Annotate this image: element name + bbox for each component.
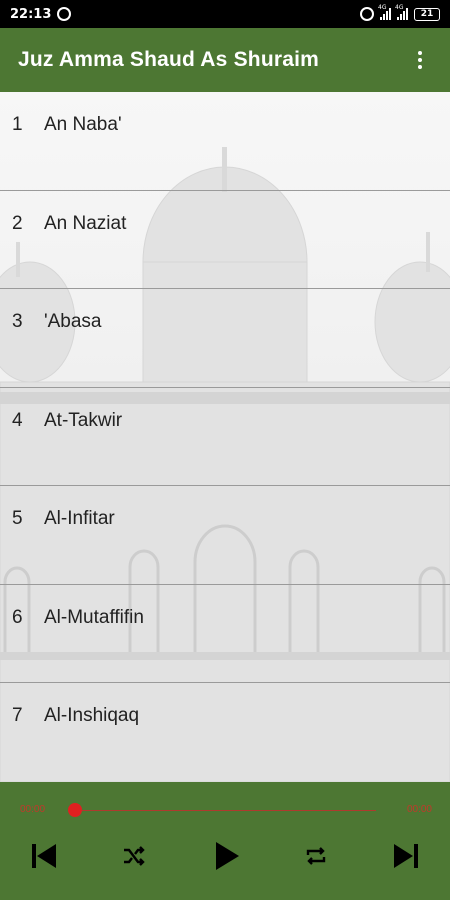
surah-name: Al-Infitar [44,508,115,529]
battery-icon: 21 [414,7,440,21]
seek-bar[interactable] [76,810,376,811]
surah-name: 'Abasa [44,311,102,332]
previous-icon[interactable] [22,834,66,878]
surah-row[interactable]: 3 'Abasa [0,289,450,388]
total-time: 00:00 [406,804,432,815]
surah-number: 6 [12,606,23,628]
battery-level: 21 [420,9,434,19]
repeat-icon[interactable] [294,834,338,878]
next-icon[interactable] [384,834,428,878]
seek-thumb[interactable] [68,803,82,817]
surah-number: 7 [12,705,23,726]
network-tag: 4G [378,4,387,11]
surah-number: 4 [12,409,23,431]
surah-number: 3 [12,311,23,332]
signal-icon: 4G [395,4,408,20]
surah-name: Al-Inshiqaq [44,705,140,726]
surah-name: An Naziat [44,212,127,234]
status-time: 22:13 [10,6,52,22]
app-title: Juz Amma Shaud As Shuraim [18,48,320,71]
surah-name: Al-Mutaffifin [44,606,144,628]
surah-row[interactable]: 5 Al-Infitar [0,486,450,585]
shuffle-icon[interactable] [112,834,156,878]
surah-name: At-Takwir [44,409,123,431]
current-time: 00:00 [20,804,46,815]
surah-name: An Naba' [44,114,122,135]
surah-row[interactable]: 6 Al-Mutaffifin [0,585,450,683]
alarm-icon [360,7,374,21]
surah-row[interactable]: 7 Al-Inshiqaq [0,683,450,782]
surah-row[interactable]: 4 At-Takwir [0,388,450,486]
surah-list-area: 1 An Naba' 2 An Naziat 3 'Abasa 4 At-Tak… [0,92,450,782]
signal-icon: 4G [378,4,391,20]
surah-number: 5 [12,508,23,529]
whatsapp-icon [57,7,72,21]
app-bar: Juz Amma Shaud As Shuraim [0,28,450,92]
surah-number: 1 [12,114,23,135]
surah-list: 1 An Naba' 2 An Naziat 3 'Abasa 4 At-Tak… [0,92,450,782]
surah-row[interactable]: 1 An Naba' [0,92,450,191]
network-tag: 4G [395,4,404,11]
status-bar: 22:13 4G 4G 21 [0,0,450,28]
overflow-menu-icon[interactable] [408,51,432,69]
audio-player: 00:00 00:00 [0,782,450,900]
play-icon[interactable] [205,834,249,878]
surah-number: 2 [12,212,23,234]
surah-row[interactable]: 2 An Naziat [0,191,450,289]
player-controls [0,834,450,878]
